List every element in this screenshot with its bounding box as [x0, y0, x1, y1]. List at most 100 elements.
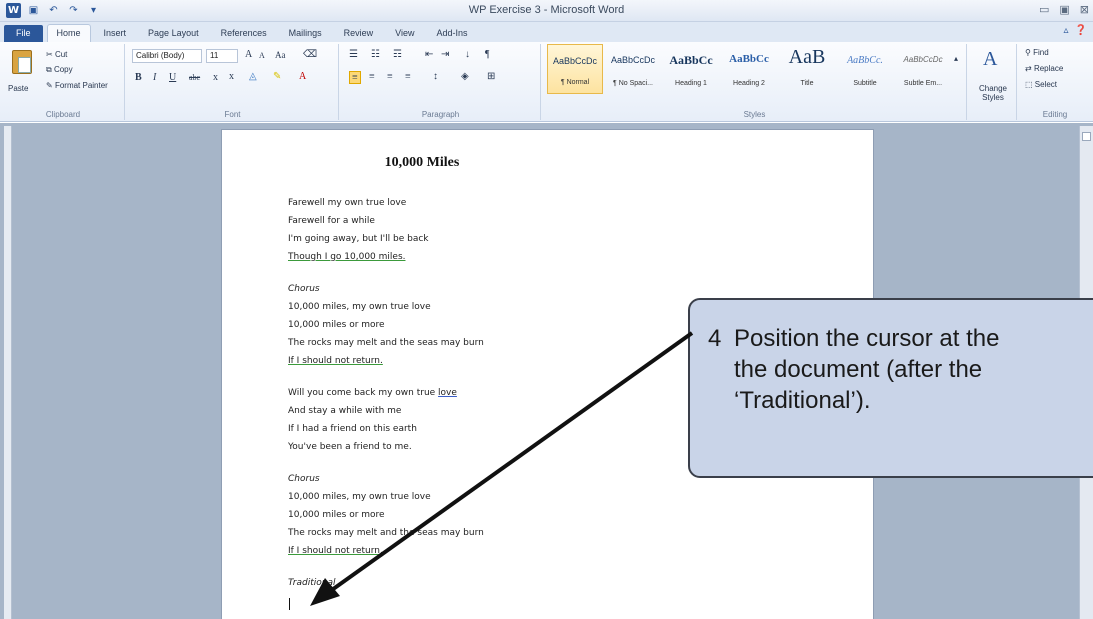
numbering-icon[interactable]: ☷: [371, 49, 380, 60]
font-label: Font: [224, 110, 241, 119]
paste-button[interactable]: Paste: [8, 84, 28, 93]
grow-font-button[interactable]: A: [245, 49, 252, 60]
italic-button[interactable]: I: [153, 72, 156, 83]
window-title: WP Exercise 3 - Microsoft Word: [468, 4, 625, 16]
font-group: Calibri (Body) 11 A A Aa ⌫ B I U abc x x…: [127, 44, 339, 120]
ribbon: Paste ✂ Cut ⧉ Copy ✎ Format Painter Clip…: [0, 42, 1093, 122]
strikethrough-button[interactable]: abc: [189, 73, 200, 82]
tab-review[interactable]: Review: [335, 25, 383, 42]
style-heading-2[interactable]: AaBbCc Heading 2: [721, 44, 777, 94]
select-icon: ⬚: [1025, 80, 1035, 89]
help-icon[interactable]: ❓: [1075, 25, 1087, 36]
document-title: 10,000 Miles: [384, 155, 460, 170]
minimize-ribbon-icon[interactable]: ▵: [1064, 25, 1069, 36]
align-center-icon[interactable]: ≡: [369, 71, 375, 82]
format-painter-button[interactable]: ✎ Format Painter: [46, 81, 108, 90]
paste-icon[interactable]: [12, 50, 32, 74]
select-button[interactable]: ⬚ Select: [1025, 80, 1057, 89]
shrink-font-button[interactable]: A: [259, 51, 265, 60]
justify-icon[interactable]: ≡: [405, 71, 411, 82]
lyric-line: And stay a while with me: [288, 406, 402, 416]
increase-indent-icon[interactable]: ⇥: [441, 49, 449, 60]
lyric-line: 10,000 miles or more: [288, 510, 385, 520]
tab-file[interactable]: File: [4, 25, 43, 42]
scissors-icon: ✂: [46, 50, 55, 59]
close-icon[interactable]: ⊠: [1080, 3, 1089, 16]
subscript-button[interactable]: x: [213, 72, 218, 83]
align-left-icon[interactable]: ≡: [349, 71, 361, 84]
lyric-line: 10,000 miles, my own true love: [288, 302, 431, 312]
show-marks-icon[interactable]: ¶: [485, 49, 490, 60]
lyric-line: Though I go 10,000 miles.: [288, 252, 406, 262]
change-styles-group: A Change Styles: [969, 44, 1017, 120]
vertical-ruler: [4, 126, 12, 619]
underlined-word: love: [438, 388, 457, 398]
change-case-button[interactable]: Aa: [275, 50, 286, 60]
cut-button[interactable]: ✂ Cut: [46, 50, 67, 59]
clear-formatting-icon[interactable]: ⌫: [303, 49, 317, 60]
multilevel-list-icon[interactable]: ☶: [393, 49, 402, 60]
restore-icon[interactable]: ▣: [1059, 3, 1069, 16]
instruction-callout: 4 Position the cursor at the the documen…: [688, 298, 1093, 478]
replace-icon: ⇄: [1025, 64, 1034, 73]
text-cursor: [289, 598, 290, 610]
callout-line-2: the document (after the: [734, 356, 983, 383]
minimize-icon[interactable]: ▭: [1039, 3, 1049, 16]
tab-mailings[interactable]: Mailings: [280, 25, 331, 42]
underline-button[interactable]: U: [169, 72, 176, 83]
copy-button[interactable]: ⧉ Copy: [46, 65, 73, 75]
ribbon-help-area: ▵ ❓: [1064, 25, 1087, 36]
binoculars-icon: ⚲: [1025, 48, 1034, 57]
find-button[interactable]: ⚲ Find: [1025, 48, 1049, 57]
borders-icon[interactable]: ⊞: [487, 71, 495, 82]
ribbon-tabs: File Home Insert Page Layout References …: [0, 22, 1093, 42]
decrease-indent-icon[interactable]: ⇤: [425, 49, 433, 60]
font-name-box[interactable]: Calibri (Body): [132, 49, 202, 63]
style-subtitle[interactable]: AaBbCc. Subtitle: [837, 44, 893, 94]
step-number: 4: [708, 325, 722, 352]
copy-icon: ⧉: [46, 65, 54, 74]
attribution-line: Traditional: [288, 578, 336, 588]
tab-view[interactable]: View: [386, 25, 423, 42]
word-window: W ▣ ↶ ↷ ▾ WP Exercise 3 - Microsoft Word…: [0, 0, 1093, 619]
style-subtle-emphasis[interactable]: AaBbCcDc Subtle Em...: [895, 44, 951, 94]
tab-page-layout[interactable]: Page Layout: [139, 25, 208, 42]
tab-home[interactable]: Home: [46, 24, 91, 42]
callout-line-3: ‘Traditional’).: [734, 387, 871, 414]
sort-icon[interactable]: ↓: [465, 49, 470, 60]
lyric-line: The rocks may melt and the seas may burn: [288, 338, 484, 348]
clipboard-group: Paste ✂ Cut ⧉ Copy ✎ Format Painter Clip…: [2, 44, 125, 120]
style-no-spacing[interactable]: AaBbCcDc ¶ No Spaci...: [605, 44, 661, 94]
style-title[interactable]: AaB Title: [779, 44, 835, 94]
shading-icon[interactable]: ◈: [461, 71, 469, 82]
tab-insert[interactable]: Insert: [95, 25, 136, 42]
editing-group: ⚲ Find ⇄ Replace ⬚ Select Editing: [1019, 44, 1091, 120]
bullets-icon[interactable]: ☰: [349, 49, 358, 60]
paragraph-group: ☰ ☷ ☶ ⇤ ⇥ ↓ ¶ ≡ ≡ ≡ ≡ ↕ ◈ ⊞ Paragraph: [341, 44, 541, 120]
title-bar: W ▣ ↶ ↷ ▾ WP Exercise 3 - Microsoft Word…: [0, 0, 1093, 22]
styles-scroll-icon[interactable]: ▴: [954, 54, 958, 63]
change-styles-button[interactable]: Change Styles: [973, 84, 1013, 102]
replace-button[interactable]: ⇄ Replace: [1025, 64, 1063, 73]
lyric-line: Farewell my own true love: [288, 198, 407, 208]
scroll-up-icon[interactable]: [1082, 132, 1091, 141]
lyric-line: If I had a friend on this earth: [288, 424, 417, 434]
lyric-line: Farewell for a while: [288, 216, 375, 226]
tab-add-ins[interactable]: Add-Ins: [428, 25, 477, 42]
superscript-button[interactable]: x: [229, 71, 234, 82]
tab-references[interactable]: References: [212, 25, 276, 42]
text-effects-icon[interactable]: ◬: [249, 71, 257, 82]
callout-line-1: Position the cursor at the: [734, 325, 1000, 352]
lyric-line: If I should not return.: [288, 356, 383, 366]
font-color-icon[interactable]: A: [299, 71, 306, 82]
bold-button[interactable]: B: [135, 72, 142, 83]
change-styles-icon[interactable]: A: [983, 48, 997, 71]
lyric-line: If I should not return.: [288, 546, 383, 556]
font-size-box[interactable]: 11: [206, 49, 238, 63]
align-right-icon[interactable]: ≡: [387, 71, 393, 82]
style-heading-1[interactable]: AaBbCc Heading 1: [663, 44, 719, 94]
style-normal[interactable]: AaBbCcDc ¶ Normal: [547, 44, 603, 94]
line-spacing-icon[interactable]: ↕: [433, 71, 438, 82]
highlight-icon[interactable]: ✎: [273, 71, 281, 82]
styles-label: Styles: [743, 110, 766, 119]
